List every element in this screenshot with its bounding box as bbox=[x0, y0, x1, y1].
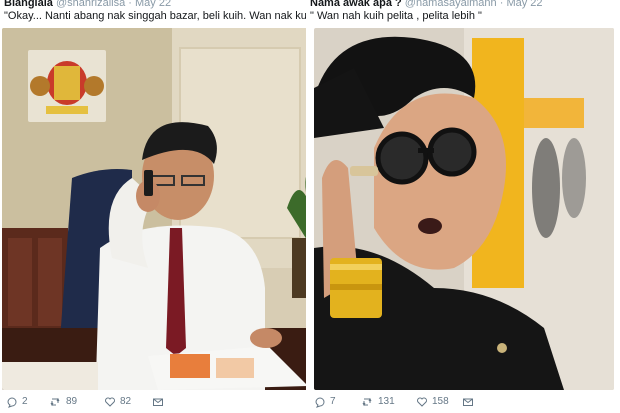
reply-action[interactable]: 7 bbox=[314, 396, 336, 408]
like-action[interactable]: 82 bbox=[104, 396, 131, 408]
retweet-action[interactable]: 89 bbox=[50, 396, 77, 408]
retweet-count: 89 bbox=[66, 396, 78, 407]
retweet-count: 131 bbox=[378, 396, 395, 407]
author-handle[interactable]: @shahrizailsa bbox=[56, 0, 125, 9]
message-action[interactable] bbox=[152, 396, 164, 408]
author-name[interactable]: Bianglala bbox=[4, 0, 53, 9]
retweet-icon bbox=[50, 397, 60, 407]
tweet-photo[interactable] bbox=[314, 28, 614, 390]
like-count: 82 bbox=[120, 396, 132, 407]
heart-icon bbox=[417, 397, 427, 407]
retweet-icon bbox=[362, 397, 372, 407]
tweet-date[interactable]: May 22 bbox=[506, 0, 542, 9]
portrait-photo-illustration bbox=[314, 28, 614, 390]
envelope-icon bbox=[463, 398, 473, 406]
envelope-icon bbox=[153, 398, 163, 406]
separator: · bbox=[499, 0, 504, 9]
tweet-actions: 2 89 82 bbox=[0, 396, 312, 412]
tweet-text: "Okay... Nanti abang nak singgah bazar, … bbox=[4, 10, 308, 22]
reply-icon bbox=[7, 397, 17, 408]
author-handle[interactable]: @namasayaimann bbox=[405, 0, 497, 9]
retweet-action[interactable]: 131 bbox=[362, 396, 395, 408]
message-action[interactable] bbox=[462, 396, 474, 408]
like-count: 158 bbox=[432, 396, 449, 407]
reply-icon bbox=[315, 397, 325, 408]
tweet-left: Bianglala @shahrizailsa · May 22 "Okay..… bbox=[0, 0, 312, 413]
tweet-header: Bianglala @shahrizailsa · May 22 bbox=[4, 0, 308, 9]
like-action[interactable]: 158 bbox=[416, 396, 449, 408]
separator: · bbox=[128, 0, 132, 9]
reply-count: 2 bbox=[22, 396, 28, 407]
reply-count: 7 bbox=[330, 396, 336, 407]
tweet-header: Nama awak apa ? @namasayaimann · May 22 bbox=[310, 0, 616, 9]
reply-action[interactable]: 2 bbox=[6, 396, 28, 408]
author-name[interactable]: Nama awak apa ? bbox=[310, 0, 402, 9]
tweet-photo[interactable] bbox=[2, 28, 312, 390]
tweet-right: Nama awak apa ? @namasayaimann · May 22 … bbox=[306, 0, 620, 413]
tweet-date[interactable]: May 22 bbox=[135, 0, 171, 9]
tweet-text: " Wan nah kuih pelita , pelita lebih " bbox=[310, 10, 482, 22]
emblem-icon bbox=[28, 50, 106, 122]
tweet-actions: 7 131 158 bbox=[306, 396, 620, 412]
heart-icon bbox=[105, 397, 115, 407]
office-photo-illustration bbox=[2, 28, 312, 390]
